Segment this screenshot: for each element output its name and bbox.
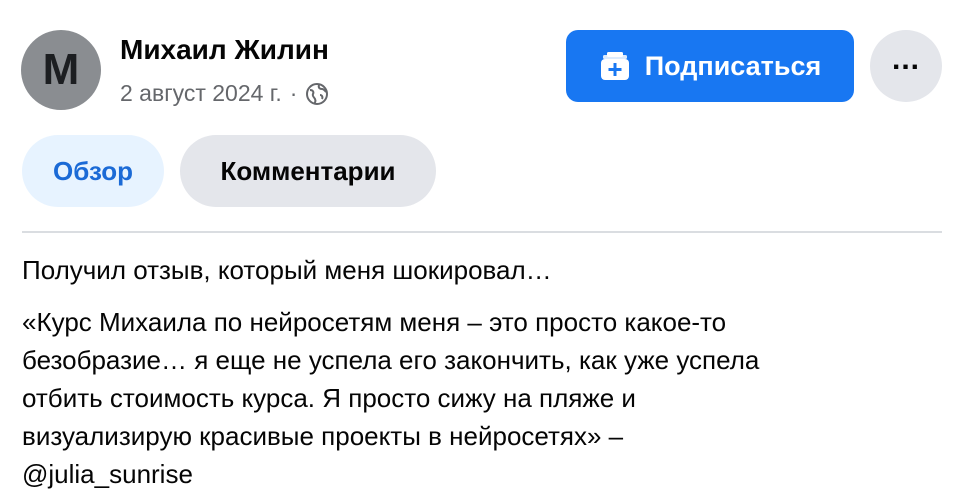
subscribe-label: Подписаться: [644, 50, 822, 81]
more-icon: ...: [891, 43, 920, 76]
post-body-line: визуализирую красивые проекты в нейросет…: [22, 421, 624, 451]
post-body-line: безобразие… я еще не успела его закончит…: [22, 345, 760, 375]
subscribe-button[interactable]: Подписаться: [566, 30, 854, 102]
tab-overview-label: Обзор: [53, 155, 133, 186]
divider: [22, 231, 942, 233]
subscribe-icon: [599, 50, 631, 82]
post-body: «Курс Михаила по нейросетям меня – это п…: [22, 303, 759, 492]
avatar[interactable]: M: [21, 30, 101, 110]
tab-comments[interactable]: Комментарии: [180, 135, 436, 207]
post-meta: 2 август 2024 г. ·: [120, 80, 329, 107]
post-body-mention[interactable]: @julia_sunrise: [22, 455, 759, 492]
post-body-line: «Курс Михаила по нейросетям меня – это п…: [22, 307, 727, 337]
post-body-line: отбить стоимость курса. Я просто сижу на…: [22, 383, 636, 413]
author-name[interactable]: Михаил Жилин: [120, 34, 329, 66]
globe-icon[interactable]: [305, 82, 329, 106]
avatar-letter: M: [42, 45, 80, 94]
tab-overview[interactable]: Обзор: [22, 135, 164, 207]
post-date[interactable]: 2 август 2024 г.: [120, 80, 282, 107]
meta-separator: ·: [289, 80, 298, 106]
post-page: M Михаил Жилин 2 август 2024 г. · Подпис…: [0, 0, 980, 492]
post-lead: Получил отзыв, который меня шокировал…: [22, 255, 552, 285]
tab-comments-label: Комментарии: [220, 155, 396, 186]
more-options-button[interactable]: ...: [870, 30, 942, 102]
